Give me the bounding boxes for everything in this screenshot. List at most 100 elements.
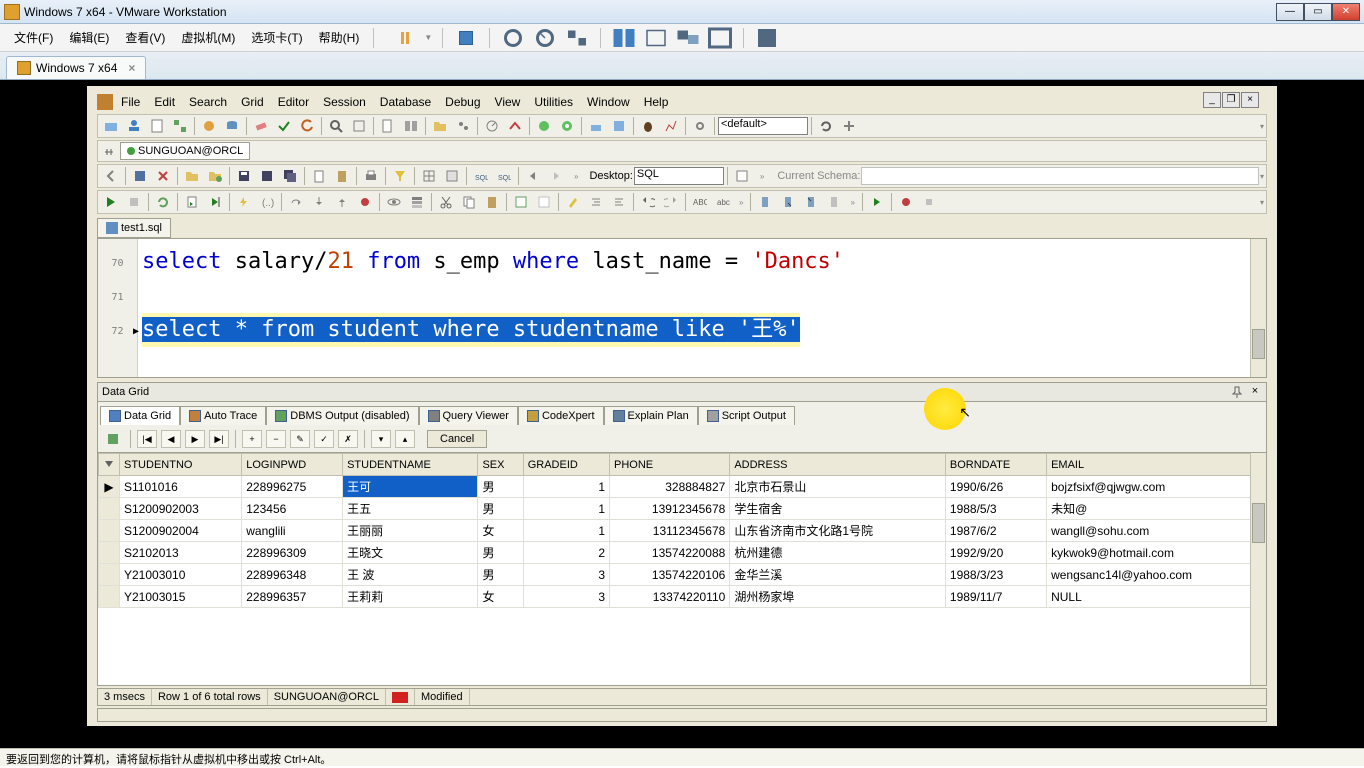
clipboard-icon[interactable] xyxy=(308,166,330,186)
menu-edit[interactable]: 编辑(E) xyxy=(63,26,115,49)
save-file-icon[interactable] xyxy=(129,166,151,186)
fullscreen-button[interactable] xyxy=(707,25,733,51)
col-phone[interactable]: PHONE xyxy=(610,454,730,476)
row-marker[interactable]: ▶ xyxy=(99,476,120,498)
cell[interactable]: 123456 xyxy=(242,498,343,520)
toad-menu-search[interactable]: Search xyxy=(183,93,233,111)
tab-datagrid[interactable]: Data Grid xyxy=(100,406,180,425)
sort-record-button[interactable]: ▴ xyxy=(395,430,415,448)
cell[interactable]: 王 波 xyxy=(343,564,478,586)
row-marker[interactable] xyxy=(99,542,120,564)
redo-icon[interactable] xyxy=(660,192,682,212)
cell[interactable]: 13574220106 xyxy=(610,564,730,586)
find-object-icon[interactable] xyxy=(325,116,347,136)
script-manager-icon[interactable] xyxy=(377,116,399,136)
undo-icon[interactable] xyxy=(637,192,659,212)
open-folder-icon[interactable] xyxy=(181,166,203,186)
chevron2-icon[interactable]: » xyxy=(760,172,764,181)
print-icon[interactable] xyxy=(360,166,382,186)
tuning-icon[interactable] xyxy=(504,116,526,136)
cell[interactable]: S1200902004 xyxy=(120,520,242,542)
table-row[interactable]: Y21003015228996357王莉莉女313374220110湖州杨家埠1… xyxy=(99,586,1266,608)
clipboard-paste-icon[interactable] xyxy=(331,166,353,186)
continue-icon[interactable] xyxy=(866,192,888,212)
new-schema-icon[interactable] xyxy=(838,116,860,136)
multiple-monitors-button[interactable] xyxy=(675,25,701,51)
sql-editor[interactable]: 70 71 72 select salary/21 from s_emp whe… xyxy=(97,238,1267,378)
menu-help[interactable]: 帮助(H) xyxy=(313,26,366,49)
cell[interactable]: 1988/5/3 xyxy=(945,498,1046,520)
cell[interactable]: 13574220088 xyxy=(610,542,730,564)
first-record-button[interactable]: |◀ xyxy=(137,430,157,448)
unity-button[interactable] xyxy=(611,25,637,51)
cell[interactable]: 3 xyxy=(523,586,609,608)
break-icon[interactable] xyxy=(233,192,255,212)
copy-icon[interactable] xyxy=(458,192,480,212)
outdent-icon[interactable] xyxy=(608,192,630,212)
snapshot-revert-button[interactable] xyxy=(532,25,558,51)
session-browser-icon[interactable] xyxy=(198,116,220,136)
cell[interactable]: 1 xyxy=(523,520,609,542)
maximize-button[interactable]: ▭ xyxy=(1304,3,1332,21)
execute-stmt-button[interactable] xyxy=(100,192,122,212)
snapshot-button[interactable] xyxy=(500,25,526,51)
col-borndate[interactable]: BORNDATE xyxy=(945,454,1046,476)
cell[interactable]: bojzfsixf@qjwgw.com xyxy=(1047,476,1266,498)
tab-explainplan[interactable]: Explain Plan xyxy=(604,406,698,425)
toad-menu-window[interactable]: Window xyxy=(581,93,636,111)
case-icon[interactable]: abc xyxy=(712,192,734,212)
table-row[interactable]: S2102013228996309王晓文男213574220088杭州建德199… xyxy=(99,542,1266,564)
export-icon[interactable] xyxy=(102,429,124,449)
cell[interactable]: kykwok9@hotmail.com xyxy=(1047,542,1266,564)
grid-view-icon[interactable] xyxy=(418,166,440,186)
cell[interactable]: 13912345678 xyxy=(610,498,730,520)
rollback-icon[interactable] xyxy=(296,116,318,136)
cell[interactable]: 男 xyxy=(478,476,523,498)
cell[interactable]: wangll@sohu.com xyxy=(1047,520,1266,542)
commit-icon[interactable] xyxy=(273,116,295,136)
toad-menu-session[interactable]: Session xyxy=(317,93,372,111)
next-record-button[interactable]: ▶ xyxy=(185,430,205,448)
menu-tabs[interactable]: 选项卡(T) xyxy=(245,26,308,49)
toad-menu-database[interactable]: Database xyxy=(374,93,437,111)
nav-fwd-icon[interactable] xyxy=(545,166,567,186)
script-sql2-icon[interactable]: SQL xyxy=(493,166,515,186)
stop-rec-icon[interactable] xyxy=(918,192,940,212)
project-icon[interactable] xyxy=(429,116,451,136)
cell[interactable]: 王晓文 xyxy=(343,542,478,564)
edit-record-button[interactable]: ✎ xyxy=(290,430,310,448)
desktop-new-icon[interactable] xyxy=(731,166,753,186)
profiler-icon[interactable] xyxy=(481,116,503,136)
cell[interactable]: 王莉莉 xyxy=(343,586,478,608)
toad-menu-help[interactable]: Help xyxy=(638,93,675,111)
compare-icon[interactable] xyxy=(400,116,422,136)
cell[interactable]: 1992/9/20 xyxy=(945,542,1046,564)
pin-icon[interactable] xyxy=(1230,385,1244,399)
col-studentno[interactable]: STUDENTNO xyxy=(120,454,242,476)
post-record-button[interactable]: ✓ xyxy=(314,430,334,448)
toad-close-button[interactable]: × xyxy=(1241,92,1259,108)
save-disk-icon[interactable] xyxy=(233,166,255,186)
cell[interactable]: 3 xyxy=(523,564,609,586)
cell[interactable]: 2 xyxy=(523,542,609,564)
toolbar3-chevron-icon[interactable]: ▾ xyxy=(1260,198,1264,207)
cell[interactable]: 杭州建德 xyxy=(730,542,946,564)
tab-dbmsoutput[interactable]: DBMS Output (disabled) xyxy=(266,406,418,425)
format-icon[interactable] xyxy=(562,192,584,212)
cell[interactable]: 王丽丽 xyxy=(343,520,478,542)
sql-modeler-icon[interactable] xyxy=(169,116,191,136)
cell[interactable]: 金华兰溪 xyxy=(730,564,946,586)
bp-icon[interactable] xyxy=(354,192,376,212)
cell[interactable]: 湖州杨家埠 xyxy=(730,586,946,608)
cell[interactable]: 未知@ xyxy=(1047,498,1266,520)
cell[interactable]: S1200902003 xyxy=(120,498,242,520)
team-coding-icon[interactable] xyxy=(452,116,474,136)
cell[interactable]: 328884827 xyxy=(610,476,730,498)
result-grid[interactable]: STUDENTNOLOGINPWDSTUDENTNAMESEXGRADEIDPH… xyxy=(97,452,1267,686)
table-row[interactable]: ▶S1101016228996275王可男1328884827北京市石景山199… xyxy=(99,476,1266,498)
col-sex[interactable]: SEX xyxy=(478,454,523,476)
record-icon[interactable] xyxy=(895,192,917,212)
step-over-icon[interactable] xyxy=(285,192,307,212)
cell[interactable]: 13112345678 xyxy=(610,520,730,542)
col-studentname[interactable]: STUDENTNAME xyxy=(343,454,478,476)
